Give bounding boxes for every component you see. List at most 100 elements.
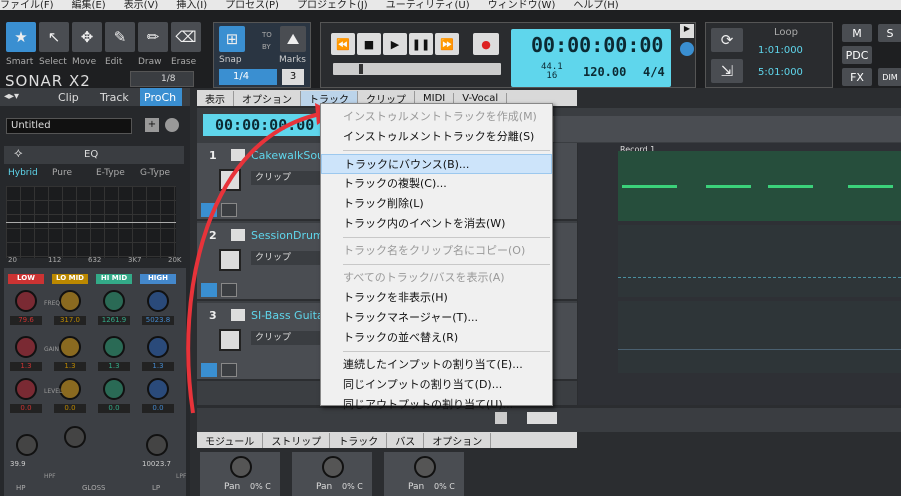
- menu-item[interactable]: トラックマネージャー(T)...: [321, 308, 552, 328]
- clip-track-3[interactable]: [618, 301, 901, 373]
- tool-smart-icon[interactable]: ★: [6, 22, 36, 52]
- band-knob-icon[interactable]: [59, 290, 81, 312]
- menubar-item[interactable]: ヘルプ(H): [573, 0, 618, 10]
- tool-label: Draw: [138, 57, 162, 67]
- view-menu-item[interactable]: MIDI: [415, 92, 455, 104]
- eq-mode-2[interactable]: E-Type: [96, 168, 125, 178]
- pan-label: Pan: [408, 482, 425, 492]
- menu-item[interactable]: トラックの並べ替え(R): [321, 328, 552, 348]
- band-value: 317.0: [54, 316, 86, 325]
- menu-item[interactable]: 同じインプットの割り当て(D)...: [321, 375, 552, 395]
- loop-start[interactable]: 1:01:000: [758, 45, 803, 56]
- inspector-menu-icon[interactable]: ◂▸▾: [4, 91, 19, 102]
- tool-draw-icon[interactable]: ✏: [138, 22, 168, 52]
- menu-item[interactable]: トラックにバウンス(B)...: [321, 154, 552, 174]
- tempo-readout[interactable]: 120.00: [583, 65, 626, 79]
- snap-value[interactable]: 1/4: [219, 69, 277, 85]
- add-icon[interactable]: +: [145, 118, 159, 132]
- band-knob-icon[interactable]: [147, 378, 169, 400]
- clip-track-2[interactable]: [618, 225, 901, 297]
- eq-graph[interactable]: [6, 186, 176, 258]
- tab-track[interactable]: Track: [100, 91, 129, 104]
- clips-view[interactable]: Record 1: [578, 143, 901, 405]
- pan-knob-icon[interactable]: [230, 456, 252, 478]
- console-tab[interactable]: バス: [387, 432, 425, 448]
- position-slider[interactable]: [333, 63, 501, 75]
- menu-item[interactable]: トラック削除(L): [321, 194, 552, 214]
- menu-item[interactable]: 連続したインプットの割り当て(E)...: [321, 355, 552, 375]
- band-knob-icon[interactable]: [103, 336, 125, 358]
- hp-knob-icon[interactable]: [16, 434, 38, 456]
- view-menu-item[interactable]: V-Vocal: [454, 92, 508, 104]
- band-knob-icon[interactable]: [147, 336, 169, 358]
- strip-name[interactable]: Untitled: [6, 118, 132, 134]
- transport-side-play[interactable]: ▶: [680, 24, 694, 38]
- marks-icon[interactable]: ⛰: [280, 26, 306, 52]
- fx-button[interactable]: FX: [842, 68, 872, 86]
- tool-edit-icon[interactable]: ✎: [105, 22, 135, 52]
- solo-button[interactable]: S: [878, 24, 901, 42]
- menubar-item[interactable]: 編集(E): [72, 0, 106, 10]
- snap-icon[interactable]: ⊞: [219, 26, 245, 52]
- eq-label: EQ: [84, 149, 99, 160]
- console-tab[interactable]: オプション: [424, 432, 492, 448]
- eq-modes: Hybrid Pure E-Type G-Type: [4, 168, 184, 182]
- snap-num[interactable]: 3: [282, 69, 304, 85]
- pan-knob-icon[interactable]: [322, 456, 344, 478]
- loop-end[interactable]: 5:01:000: [758, 67, 803, 78]
- ruler[interactable]: [553, 116, 901, 142]
- band-label-3: HIGH: [140, 274, 176, 284]
- menubar-item[interactable]: プロセス(P): [225, 0, 279, 10]
- gloss-knob-icon[interactable]: [64, 426, 86, 448]
- tool-fraction[interactable]: 1/8: [130, 71, 194, 87]
- tool-erase-icon[interactable]: ⌫: [171, 22, 201, 52]
- eq-mode-3[interactable]: G-Type: [140, 168, 170, 178]
- menubar-item[interactable]: ユーティリティ(U): [386, 0, 470, 10]
- menu-item[interactable]: トラックを非表示(H): [321, 288, 552, 308]
- band-knob-icon[interactable]: [15, 290, 37, 312]
- menu-item[interactable]: 同じアウトプットの割り当て(U)...: [321, 395, 552, 415]
- pause-button[interactable]: ❚❚: [409, 33, 433, 55]
- track-dropdown-menu: インストゥルメントトラックを作成(M) インストゥルメントトラックを分離(S) トラ…: [320, 103, 553, 411]
- mute-button[interactable]: M: [842, 24, 872, 42]
- pan-knob-icon[interactable]: [414, 456, 436, 478]
- console-tab[interactable]: モジュール: [197, 432, 264, 448]
- pdc-button[interactable]: PDC: [842, 46, 872, 64]
- stop-button[interactable]: ■: [357, 33, 381, 55]
- menu-item[interactable]: インストゥルメントトラックを分離(S): [321, 127, 552, 147]
- band-knob-icon[interactable]: [15, 336, 37, 358]
- menu-item[interactable]: トラックの複製(C)...: [321, 174, 552, 194]
- band-knob-icon[interactable]: [59, 336, 81, 358]
- menubar-item[interactable]: 挿入(I): [176, 0, 207, 10]
- fast-forward-button[interactable]: ⏩: [435, 33, 459, 55]
- loop-icon[interactable]: ⟳: [711, 28, 743, 52]
- eq-freq-label: 20: [8, 256, 17, 264]
- lp-knob-icon[interactable]: [146, 434, 168, 456]
- clip-track-1[interactable]: [618, 151, 901, 221]
- annotation-arrow: [186, 103, 335, 414]
- menubar-item[interactable]: ウィンドウ(W): [488, 0, 556, 10]
- tool-move-icon[interactable]: ✥: [72, 22, 102, 52]
- band-knob-icon[interactable]: [15, 378, 37, 400]
- band-knob-icon[interactable]: [103, 290, 125, 312]
- eq-mode-1[interactable]: Pure: [52, 168, 72, 178]
- eq-mode-0[interactable]: Hybrid: [8, 168, 38, 178]
- dim-button[interactable]: DIM: [878, 68, 901, 86]
- band-knob-icon[interactable]: [147, 290, 169, 312]
- meter-readout[interactable]: 4/4: [643, 65, 665, 79]
- play-button[interactable]: ▶: [383, 33, 407, 55]
- rewind-button[interactable]: ⏪: [331, 33, 355, 55]
- console-tab[interactable]: トラック: [330, 432, 388, 448]
- eq-freq-label: 3K7: [128, 256, 142, 264]
- band-knob-icon[interactable]: [103, 378, 125, 400]
- tab-clip[interactable]: Clip: [58, 91, 79, 104]
- console-tab[interactable]: ストリップ: [263, 432, 331, 448]
- loop-range-icon[interactable]: ⇲: [711, 59, 743, 83]
- menubar-item[interactable]: ファイル(F): [0, 0, 54, 10]
- tool-select-icon[interactable]: ↖: [39, 22, 69, 52]
- transport-side-dot[interactable]: [680, 42, 694, 56]
- record-button[interactable]: ●: [473, 33, 499, 55]
- menubar-item[interactable]: 表示(V): [124, 0, 159, 10]
- menu-item[interactable]: トラック内のイベントを消去(W): [321, 214, 552, 234]
- menubar-item[interactable]: プロジェクト(J): [297, 0, 368, 10]
